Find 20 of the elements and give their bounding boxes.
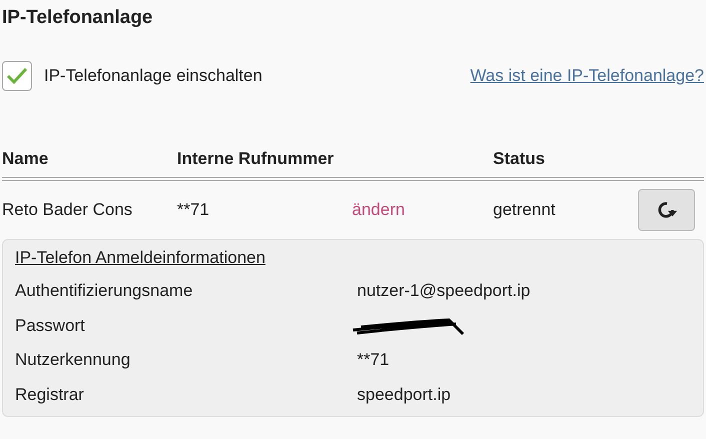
field-value: nutzer-1@speedport.ip (357, 281, 530, 302)
field-label: Passwort (15, 316, 86, 336)
column-header: Interne Rufnummer (177, 149, 335, 169)
panel-title: IP-Telefon Anmeldeinformationen (15, 248, 266, 269)
checkbox[interactable] (2, 61, 32, 91)
refresh-button[interactable] (638, 189, 695, 231)
field-value: speedport.ip (357, 384, 451, 405)
field-label: Authentifizierungsname (15, 281, 194, 302)
section-title: IP-Telefonanlage (2, 6, 154, 30)
help-link[interactable]: Was ist eine IP-Telefonanlage? (470, 66, 704, 86)
field-label: Registrar (15, 384, 85, 405)
table-cell-text: getrennt (493, 200, 556, 220)
table-cell-text: Reto Bader Cons (2, 200, 134, 220)
table-cell-text: **71 (177, 200, 210, 220)
field-value: **71 (357, 350, 390, 370)
column-header: Status (493, 149, 546, 169)
edit-link[interactable]: ändern (352, 200, 493, 220)
column-header: Name (2, 149, 50, 169)
field-label: Nutzerkennung (15, 350, 132, 370)
checkbox-label: IP-Telefonanlage einschalten (44, 66, 262, 86)
